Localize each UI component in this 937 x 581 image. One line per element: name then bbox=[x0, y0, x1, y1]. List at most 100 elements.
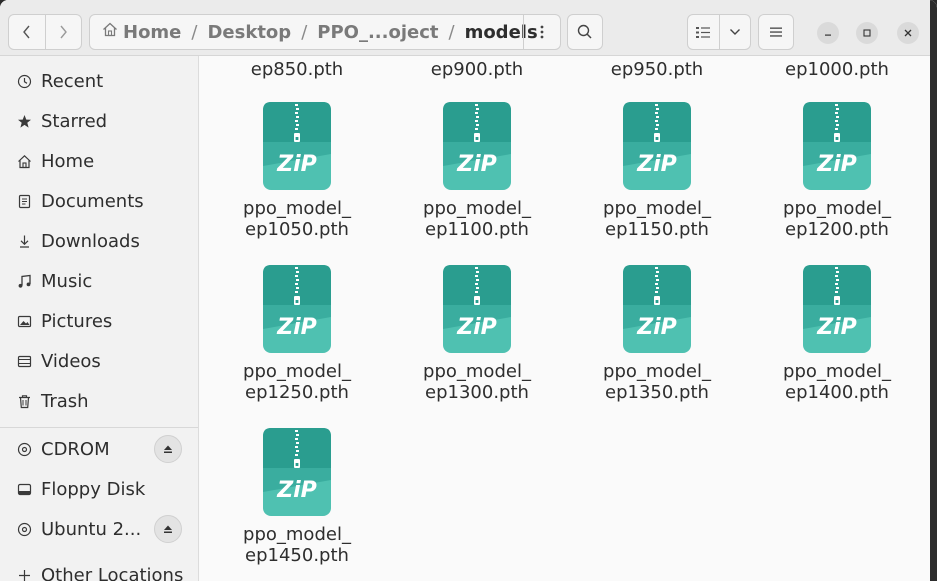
plus-icon bbox=[16, 568, 32, 581]
sidebar-item-label: CDROM bbox=[41, 438, 110, 460]
sidebar-item-starred[interactable]: Starred bbox=[0, 102, 198, 140]
file-name-line-1: ppo_model_ bbox=[243, 198, 351, 219]
zip-archive-icon: ZiP bbox=[803, 102, 871, 190]
sidebar-item-pictures[interactable]: Pictures bbox=[0, 302, 198, 340]
main-menu-button[interactable] bbox=[758, 14, 794, 50]
file-name-line-1: ppo_model_ bbox=[783, 198, 891, 219]
sidebar-divider bbox=[0, 427, 198, 428]
header-bar: Home / Desktop / PPO_...oject / models bbox=[0, 0, 937, 56]
file-item[interactable]: ep900.pth bbox=[402, 59, 552, 80]
drive-icon bbox=[16, 482, 32, 497]
file-name-line-2: ep1300.pth bbox=[425, 382, 529, 403]
sidebar-item-recent[interactable]: Recent bbox=[0, 62, 198, 100]
picture-icon bbox=[16, 314, 32, 329]
breadcrumb-separator: / bbox=[301, 21, 308, 43]
maximize-icon bbox=[863, 29, 871, 37]
close-icon bbox=[904, 29, 912, 37]
file-item[interactable]: ZiP ppo_model_ ep1350.pth bbox=[582, 265, 732, 415]
forward-button[interactable] bbox=[44, 15, 82, 49]
document-icon bbox=[16, 194, 32, 209]
list-view-icon bbox=[696, 26, 711, 38]
file-manager-window: Home / Desktop / PPO_...oject / models R… bbox=[0, 0, 937, 581]
zip-archive-icon: ZiP bbox=[263, 428, 331, 516]
zip-icon-label: ZiP bbox=[457, 315, 497, 340]
file-name-line-1: ppo_model_ bbox=[603, 361, 711, 382]
trash-icon bbox=[16, 394, 32, 409]
zip-archive-icon: ZiP bbox=[263, 102, 331, 190]
maximize-button[interactable] bbox=[856, 22, 878, 44]
breadcrumb-project[interactable]: PPO_...oject bbox=[317, 22, 438, 43]
sidebar-item-ubuntu[interactable]: Ubuntu 2... bbox=[0, 510, 198, 548]
file-item[interactable]: ep950.pth bbox=[582, 59, 732, 80]
zip-archive-icon: ZiP bbox=[443, 102, 511, 190]
sidebar-item-label: Recent bbox=[41, 70, 104, 92]
file-name-line-2: ep1450.pth bbox=[245, 545, 349, 566]
window-edge bbox=[930, 0, 937, 581]
file-name: ep1000.pth bbox=[785, 59, 889, 80]
file-name-line-1: ppo_model_ bbox=[603, 198, 711, 219]
vertical-ellipsis-icon bbox=[540, 25, 544, 39]
sidebar-item-label: Starred bbox=[41, 110, 108, 132]
download-icon bbox=[16, 234, 32, 249]
sidebar-item-music[interactable]: Music bbox=[0, 262, 198, 300]
zip-icon-label: ZiP bbox=[277, 152, 317, 177]
file-item[interactable]: ep850.pth bbox=[222, 59, 372, 80]
file-name-line-2: ep1100.pth bbox=[425, 219, 529, 240]
close-button[interactable] bbox=[897, 22, 919, 44]
clock-icon bbox=[16, 74, 32, 89]
file-item[interactable]: ZiP ppo_model_ ep1450.pth bbox=[222, 428, 372, 578]
file-item[interactable]: ZiP ppo_model_ ep1150.pth bbox=[582, 102, 732, 252]
zip-archive-icon: ZiP bbox=[623, 265, 691, 353]
zip-icon-label: ZiP bbox=[277, 478, 317, 503]
sidebar-item-label: Home bbox=[41, 150, 95, 172]
sidebar-item-label: Music bbox=[41, 270, 93, 292]
file-item[interactable]: ZiP ppo_model_ ep1250.pth bbox=[222, 265, 372, 415]
file-item[interactable]: ZiP ppo_model_ ep1100.pth bbox=[402, 102, 552, 252]
sidebar-item-videos[interactable]: Videos bbox=[0, 342, 198, 380]
breadcrumb-separator: / bbox=[191, 21, 198, 43]
home-icon bbox=[16, 154, 32, 169]
chevron-left-icon bbox=[22, 25, 30, 39]
file-item[interactable]: ZiP ppo_model_ ep1200.pth bbox=[762, 102, 912, 252]
minimize-button[interactable] bbox=[817, 22, 839, 44]
search-button[interactable] bbox=[567, 14, 603, 50]
search-icon bbox=[577, 24, 592, 39]
star-icon bbox=[16, 114, 32, 129]
sidebar-item-downloads[interactable]: Downloads bbox=[0, 222, 198, 260]
list-view-button[interactable] bbox=[688, 15, 719, 49]
eject-icon bbox=[164, 445, 172, 453]
sidebar-item-label: Downloads bbox=[41, 230, 140, 252]
view-options-dropdown[interactable] bbox=[718, 15, 751, 49]
zip-archive-icon: ZiP bbox=[623, 102, 691, 190]
sidebar-item-documents[interactable]: Documents bbox=[0, 182, 198, 220]
file-item[interactable]: ZiP ppo_model_ ep1400.pth bbox=[762, 265, 912, 415]
chevron-right-icon bbox=[60, 25, 68, 39]
path-bar: Home / Desktop / PPO_...oject / models bbox=[89, 14, 561, 50]
path-menu-button[interactable] bbox=[523, 15, 560, 49]
file-item[interactable]: ZiP ppo_model_ ep1050.pth bbox=[222, 102, 372, 252]
zip-archive-icon: ZiP bbox=[443, 265, 511, 353]
file-name-line-2: ep1350.pth bbox=[605, 382, 709, 403]
sidebar-item-label: Other Locations bbox=[41, 564, 184, 581]
sidebar-item-floppy-disk[interactable]: Floppy Disk bbox=[0, 470, 198, 508]
zip-icon-label: ZiP bbox=[277, 315, 317, 340]
back-button[interactable] bbox=[9, 15, 45, 49]
sidebar-item-label: Ubuntu 2... bbox=[41, 518, 142, 540]
sidebar-item-trash[interactable]: Trash bbox=[0, 382, 198, 420]
file-name-line-1: ppo_model_ bbox=[783, 361, 891, 382]
home-icon bbox=[102, 22, 118, 42]
eject-button[interactable] bbox=[154, 435, 182, 463]
file-item[interactable]: ep1000.pth bbox=[762, 59, 912, 80]
disc-icon bbox=[16, 442, 32, 457]
file-name-line-1: ppo_model_ bbox=[243, 361, 351, 382]
sidebar-item-home[interactable]: Home bbox=[0, 142, 198, 180]
breadcrumb-home[interactable]: Home bbox=[90, 22, 181, 43]
navigation-buttons bbox=[8, 14, 82, 50]
eject-button[interactable] bbox=[154, 515, 182, 543]
breadcrumb-desktop[interactable]: Desktop bbox=[207, 22, 291, 43]
file-name-line-2: ep1150.pth bbox=[605, 219, 709, 240]
breadcrumb-label: Desktop bbox=[207, 21, 292, 43]
sidebar-item-other-locations[interactable]: Other Locations bbox=[0, 556, 198, 581]
file-item[interactable]: ZiP ppo_model_ ep1300.pth bbox=[402, 265, 552, 415]
sidebar-item-cdrom[interactable]: CDROM bbox=[0, 430, 198, 468]
